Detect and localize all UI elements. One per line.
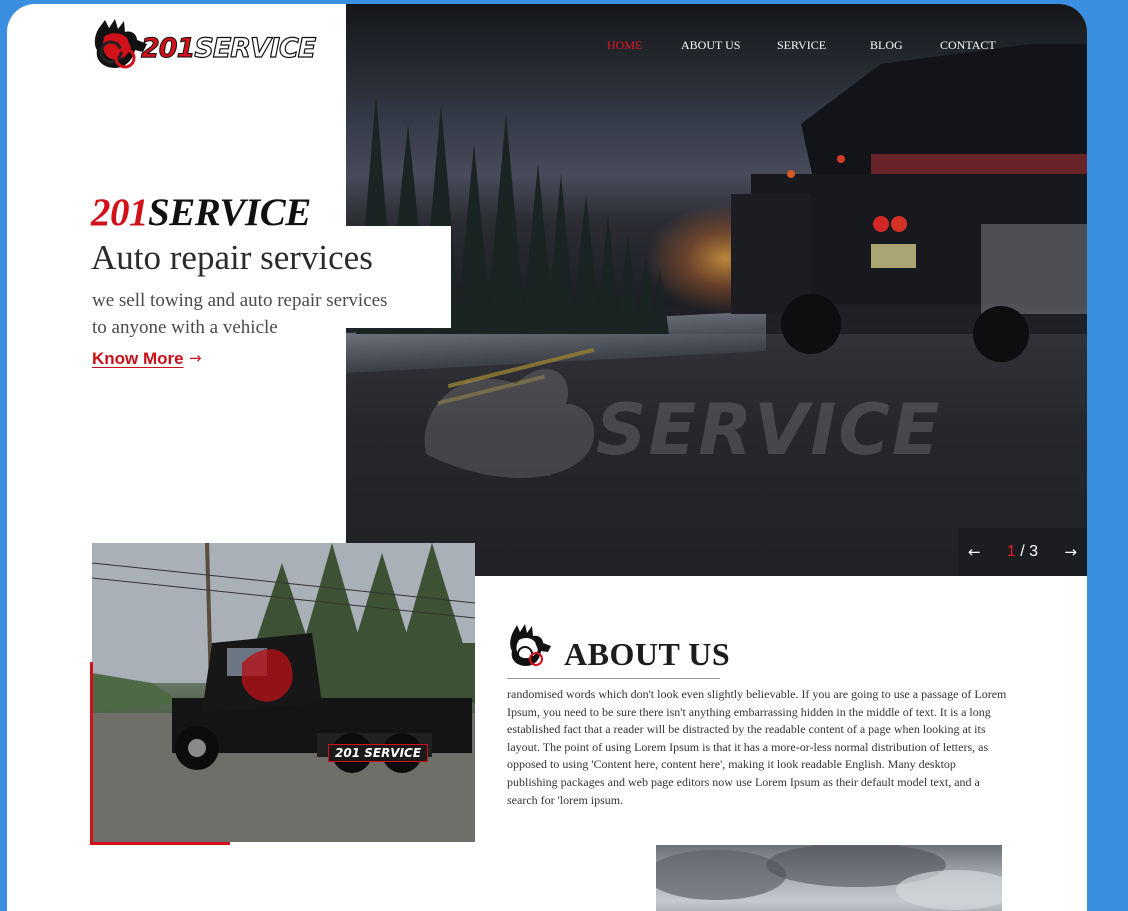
about-body: randomised words which don't look even s… [507,687,1007,807]
nav-service[interactable]: SERVICE [777,38,826,53]
hero-subtitle: Auto repair services [91,238,373,277]
hero-brand-title: 201SERVICE [91,190,311,235]
slide-counter: 1 / 3 [1007,543,1038,561]
hero-description-line: we sell towing and auto repair services [92,290,388,311]
hero-title-word: SERVICE [148,191,311,234]
site-logo[interactable]: 201SERVICE [91,18,317,74]
page: SERVICE HOME ABOUT US SERVICE BLOG CONTA… [7,4,1087,911]
cloud-illustration [656,845,1002,910]
slide-total: 3 [1029,543,1039,560]
nav-contact[interactable]: CONTACT [940,38,996,53]
hero-image: SERVICE [346,4,1087,576]
hero-watermark-text: SERVICE [596,389,942,471]
about-truck-illustration [92,543,475,842]
slide-current: 1 [1006,543,1016,560]
know-more-link[interactable]: Know More [92,349,184,369]
hero-description: we sell towing and auto repair services … [92,287,452,341]
arrow-left-icon[interactable]: ← [968,543,981,561]
slide-separator: / [1020,543,1025,560]
cloud-photo [656,845,1002,911]
slider-controls: ← 1 / 3 → [958,528,1087,576]
hero-description-line: to anyone with a vehicle [92,317,278,338]
arrow-right-icon[interactable]: → [189,349,202,367]
about-title: ABOUT US [564,636,731,672]
accent-line-horizontal [90,842,230,845]
logo-number: 201 [140,33,195,65]
about-divider [507,678,720,679]
arrow-right-icon[interactable]: → [1064,543,1077,561]
truck-decal-text: 201 SERVICE [328,744,429,762]
nav-about-us[interactable]: ABOUT US [681,38,740,53]
about-truck-photo: 201 SERVICE [92,543,475,842]
moose-section-icon [510,624,551,666]
accent-line-vertical [90,662,93,845]
logo-word: SERVICE [194,32,317,64]
nav-blog[interactable]: BLOG [870,38,903,53]
nav-home[interactable]: HOME [607,38,642,53]
hero-title-number: 201 [91,191,149,234]
